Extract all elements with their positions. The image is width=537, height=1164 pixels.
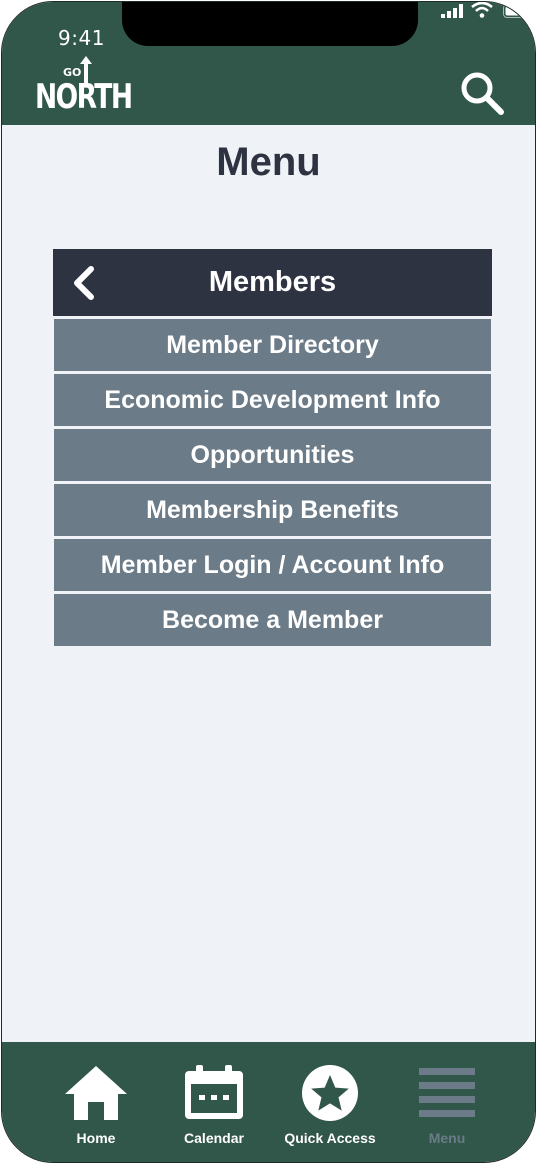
menu-item-member-login[interactable]: Member Login / Account Info (54, 539, 491, 591)
top-bar: 9:41 GO NORTH (2, 2, 535, 125)
tab-quick-access[interactable]: Quick Access (272, 1064, 388, 1150)
signal-icon (441, 4, 463, 18)
star-icon (302, 1065, 358, 1121)
menu-section-title: Members (208, 266, 337, 298)
status-time: 9:41 (58, 26, 105, 50)
menu-item-become-a-member[interactable]: Become a Member (54, 594, 491, 646)
go-north-logo[interactable]: GO NORTH (35, 54, 133, 116)
battery-icon (503, 4, 535, 18)
phone-frame: 9:41 GO NORTH Menu Members Member Direct… (1, 1, 536, 1163)
calendar-icon (185, 1065, 243, 1119)
menu-panel: Members Member Directory Economic Develo… (53, 249, 492, 646)
menu-section-header[interactable]: Members (53, 249, 492, 316)
home-icon (65, 1066, 127, 1120)
tab-calendar-label: Calendar (184, 1130, 244, 1146)
page-title: Menu (216, 140, 321, 184)
device-notch (122, 2, 418, 46)
logo-north-text: NORTH (35, 77, 133, 117)
menu-item-opportunities[interactable]: Opportunities (54, 429, 491, 481)
tab-calendar[interactable]: Calendar (156, 1064, 272, 1150)
search-icon[interactable] (459, 70, 505, 116)
wifi-icon (471, 2, 493, 18)
tab-home[interactable]: Home (38, 1064, 154, 1150)
tab-quick-access-label: Quick Access (284, 1130, 376, 1146)
bottom-tab-bar: Home Calendar Quick Access Menu (2, 1042, 535, 1162)
menu-icon (419, 1068, 475, 1117)
menu-item-member-directory[interactable]: Member Directory (54, 319, 491, 371)
tab-home-label: Home (76, 1130, 116, 1146)
menu-item-economic-development-info[interactable]: Economic Development Info (54, 374, 491, 426)
tab-menu-label: Menu (428, 1130, 466, 1146)
menu-item-membership-benefits[interactable]: Membership Benefits (54, 484, 491, 536)
tab-menu[interactable]: Menu (389, 1064, 505, 1150)
